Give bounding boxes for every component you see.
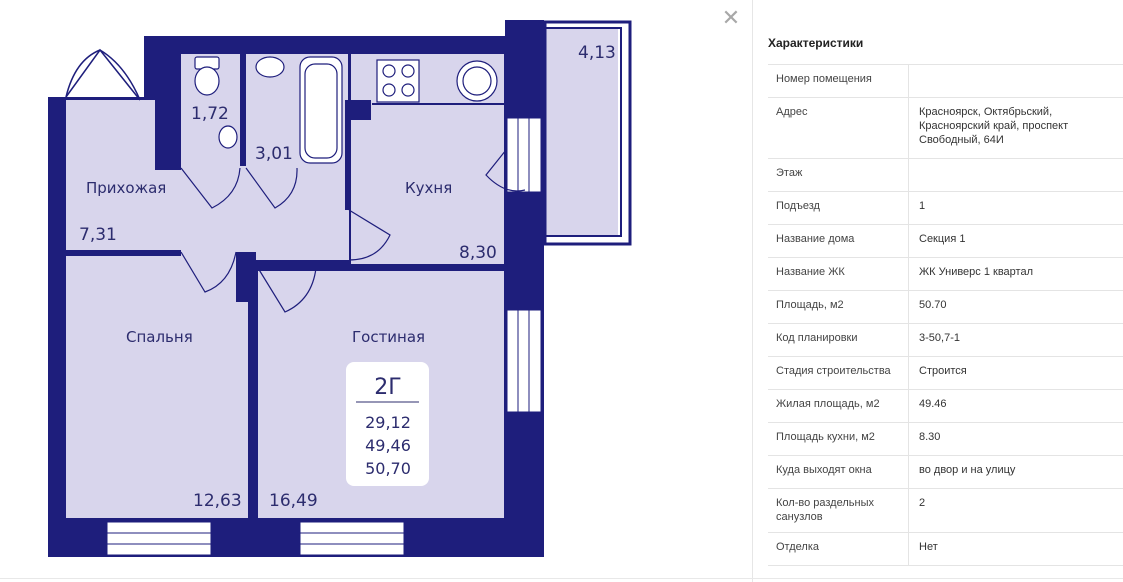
stove-icon	[376, 59, 420, 103]
room-label-hallway: Прихожая	[86, 179, 166, 197]
property-key: Этаж	[768, 159, 909, 191]
floor-plan-viewer: Прихожая Кухня Спальня Гостиная 7,31 8,3…	[0, 0, 752, 582]
apartment-type: 2Г	[374, 375, 401, 400]
close-icon[interactable]: ✕	[721, 8, 741, 30]
property-value: Красноярск, Октябрьский, Красноярский кр…	[919, 106, 1069, 146]
room-label-living: Гостиная	[352, 328, 425, 346]
property-value: 8.30	[919, 431, 941, 443]
hallway-floor-2	[181, 165, 349, 260]
property-value: 2	[919, 497, 926, 509]
room-area-kitchen: 8,30	[459, 243, 497, 263]
room-area-living: 16,49	[269, 491, 318, 511]
bottom-border	[0, 578, 1123, 579]
entry-door-icon	[65, 48, 141, 101]
property-value: Секция 1	[919, 233, 966, 245]
sink-icon	[255, 56, 285, 78]
property-value: Строится	[919, 365, 967, 377]
table-row: Жилая площадь, м2 49.46	[768, 390, 1123, 423]
total-area-summary: 50,70	[365, 459, 411, 478]
property-value: 50.70	[919, 299, 947, 311]
outer-wall-top-right	[505, 20, 544, 60]
inner-wall	[66, 250, 181, 256]
property-key: Отделка	[768, 533, 909, 565]
property-value: ЖК Универс 1 квартал	[919, 266, 1033, 278]
table-row: Площадь, м2 50.70	[768, 291, 1123, 324]
inner-wall	[345, 100, 351, 210]
property-value: 49.46	[919, 398, 947, 410]
property-key: Стадия строительства	[768, 357, 909, 389]
inner-wall	[351, 100, 371, 120]
table-row: Название ЖК ЖК Универс 1 квартал	[768, 258, 1123, 291]
room-label-kitchen: Кухня	[405, 179, 452, 197]
table-row: Куда выходят окна во двор и на улицу	[768, 456, 1123, 489]
property-key: Куда выходят окна	[768, 456, 909, 488]
inner-wall	[256, 264, 504, 271]
property-key: Код планировки	[768, 324, 909, 356]
property-key: Название ЖК	[768, 258, 909, 290]
table-row: Этаж	[768, 159, 1123, 192]
bedroom-floor	[66, 256, 248, 518]
property-key: Номер помещения	[768, 65, 909, 97]
table-row: Площадь кухни, м2 8.30	[768, 423, 1123, 456]
table-row: Отделка Нет	[768, 533, 1123, 566]
table-row: Номер помещения	[768, 65, 1123, 98]
property-value	[909, 159, 1123, 191]
property-key: Площадь кухни, м2	[768, 423, 909, 455]
property-key: Название дома	[768, 225, 909, 257]
property-value: во двор и на улицу	[919, 464, 1016, 476]
inner-wall	[248, 256, 256, 518]
room-label-bedroom: Спальня	[126, 328, 193, 346]
characteristics-panel: Характеристики Номер помещения Адрес Кра…	[753, 0, 1123, 582]
total-living-area-summary: 49,46	[365, 436, 411, 455]
living-area-summary: 29,12	[365, 413, 411, 432]
room-area-hallway: 7,31	[79, 225, 117, 245]
window	[299, 521, 405, 556]
inner-wall	[240, 54, 246, 166]
table-row: Подъезд 1	[768, 192, 1123, 225]
property-key: Адрес	[768, 98, 909, 158]
property-value	[909, 65, 1123, 97]
properties-table: Номер помещения Адрес Красноярск, Октябр…	[768, 64, 1123, 566]
window	[106, 521, 212, 556]
table-row: Код планировки 3-50,7-1	[768, 324, 1123, 357]
room-area-toilet: 1,72	[191, 104, 229, 124]
property-key: Площадь, м2	[768, 291, 909, 323]
room-area-bedroom: 12,63	[193, 491, 242, 511]
room-area-balcony: 4,13	[578, 43, 616, 63]
inner-wall	[155, 50, 181, 170]
property-value: Нет	[919, 541, 938, 553]
property-key: Жилая площадь, м2	[768, 390, 909, 422]
window	[506, 309, 542, 413]
table-row: Название дома Секция 1	[768, 225, 1123, 258]
floor-plan: Прихожая Кухня Спальня Гостиная 7,31 8,3…	[48, 20, 632, 557]
property-key: Подъезд	[768, 192, 909, 224]
table-row: Кол-во раздельных санузлов 2	[768, 489, 1123, 533]
table-row: Стадия строительства Строится	[768, 357, 1123, 390]
property-value: 3-50,7-1	[919, 332, 960, 344]
panel-title: Характеристики	[768, 36, 864, 50]
property-value: 1	[919, 200, 926, 212]
window	[506, 117, 542, 193]
table-row: Адрес Красноярск, Октябрьский, Красноярс…	[768, 98, 1123, 159]
property-key: Кол-во раздельных санузлов	[768, 489, 909, 532]
room-area-bathroom: 3,01	[255, 144, 293, 164]
